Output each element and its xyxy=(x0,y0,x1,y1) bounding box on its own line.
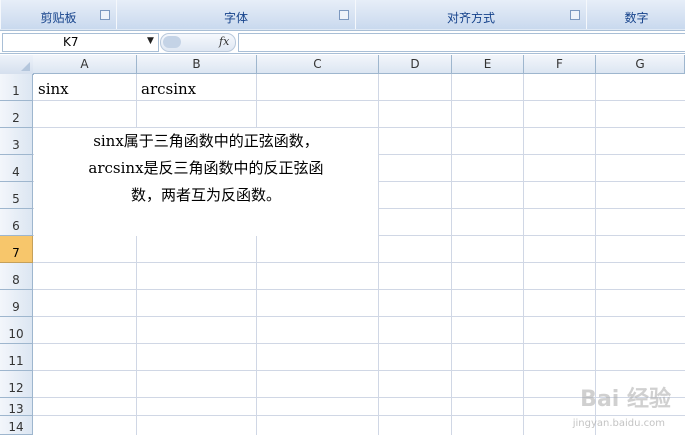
row-header-11[interactable]: 11 xyxy=(0,344,33,371)
grid-line xyxy=(33,343,685,344)
column-header-f[interactable]: F xyxy=(524,55,596,74)
row-header-1[interactable]: 1 xyxy=(0,74,33,101)
row-header-13[interactable]: 13 xyxy=(0,398,33,416)
column-header-b[interactable]: B xyxy=(137,55,257,74)
ribbon-group-font[interactable]: 字体 xyxy=(116,0,356,29)
column-header-c[interactable]: C xyxy=(257,55,379,74)
grid-line xyxy=(33,415,685,416)
row-header-3[interactable]: 3 xyxy=(0,128,33,155)
grid-line xyxy=(33,289,685,290)
column-header-a[interactable]: A xyxy=(33,55,137,74)
select-all-triangle-icon xyxy=(21,62,30,71)
row-header-2[interactable]: 2 xyxy=(0,101,33,128)
row-header-5[interactable]: 5 xyxy=(0,182,33,209)
formula-input[interactable] xyxy=(238,33,685,52)
ribbon-group-alignment[interactable]: 对齐方式 xyxy=(355,0,587,29)
cell-b1[interactable]: arcsinx xyxy=(141,80,196,98)
grid-line xyxy=(378,74,379,435)
column-header-g[interactable]: G xyxy=(596,55,685,74)
grid-line xyxy=(523,74,524,435)
watermark-logo: Bai 经验 xyxy=(580,387,671,412)
ribbon-group-label: 字体 xyxy=(223,11,248,25)
name-box[interactable]: K7 ▼ xyxy=(2,33,159,52)
dialog-launcher-icon[interactable] xyxy=(100,10,110,20)
merged-text-line-3: 数，两者互为反函数。 xyxy=(130,186,281,204)
watermark-url: jingyan.baidu.com xyxy=(572,418,665,429)
cell-a1[interactable]: sinx xyxy=(38,80,69,98)
formula-bar: K7 ▼ fx xyxy=(0,31,685,54)
ribbon-group-label: 剪贴板 xyxy=(40,11,77,25)
merged-text-line-2: arcsinx是反三角函数中的反正弦函 xyxy=(88,159,324,177)
select-all-button[interactable] xyxy=(0,55,34,75)
grid-line xyxy=(451,74,452,435)
ribbon-group-label: 对齐方式 xyxy=(446,11,495,25)
row-header-14[interactable]: 14 xyxy=(0,416,33,435)
ribbon-group-label: 数字 xyxy=(624,11,649,25)
row-header-12[interactable]: 12 xyxy=(0,371,33,398)
name-box-value: K7 xyxy=(63,35,79,49)
chevron-down-icon[interactable]: ▼ xyxy=(147,36,154,46)
row-header-8[interactable]: 8 xyxy=(0,263,33,290)
grid-line xyxy=(33,262,685,263)
row-header-6[interactable]: 6 xyxy=(0,209,33,236)
dialog-launcher-icon[interactable] xyxy=(570,10,580,20)
merged-cell-a3-c5[interactable]: sinx属于三角函数中的正弦函数， arcsinx是反三角函数中的反正弦函 数，… xyxy=(34,128,378,236)
ribbon-group-clipboard[interactable]: 剪贴板 xyxy=(0,0,117,29)
merged-text-line-1: sinx属于三角函数中的正弦函数， xyxy=(93,132,319,150)
row-header-9[interactable]: 9 xyxy=(0,290,33,317)
grid-line xyxy=(33,370,685,371)
ribbon-group-number[interactable]: 数字 xyxy=(586,0,685,29)
grid-line xyxy=(33,100,685,101)
insert-function-icon[interactable]: fx xyxy=(219,35,229,48)
worksheet-grid[interactable]: A B C D E F G 1 2 3 4 5 6 7 8 9 10 11 12… xyxy=(0,55,685,435)
ribbon: 剪贴板 字体 对齐方式 数字 xyxy=(0,0,685,31)
row-header-4[interactable]: 4 xyxy=(0,155,33,182)
dialog-launcher-icon[interactable] xyxy=(339,10,349,20)
row-header-7[interactable]: 7 xyxy=(0,236,33,263)
grid-line xyxy=(33,316,685,317)
row-header-10[interactable]: 10 xyxy=(0,317,33,344)
column-header-e[interactable]: E xyxy=(452,55,524,74)
column-header-d[interactable]: D xyxy=(379,55,452,74)
resize-handle[interactable] xyxy=(163,36,181,48)
formula-controls: fx xyxy=(160,33,236,52)
